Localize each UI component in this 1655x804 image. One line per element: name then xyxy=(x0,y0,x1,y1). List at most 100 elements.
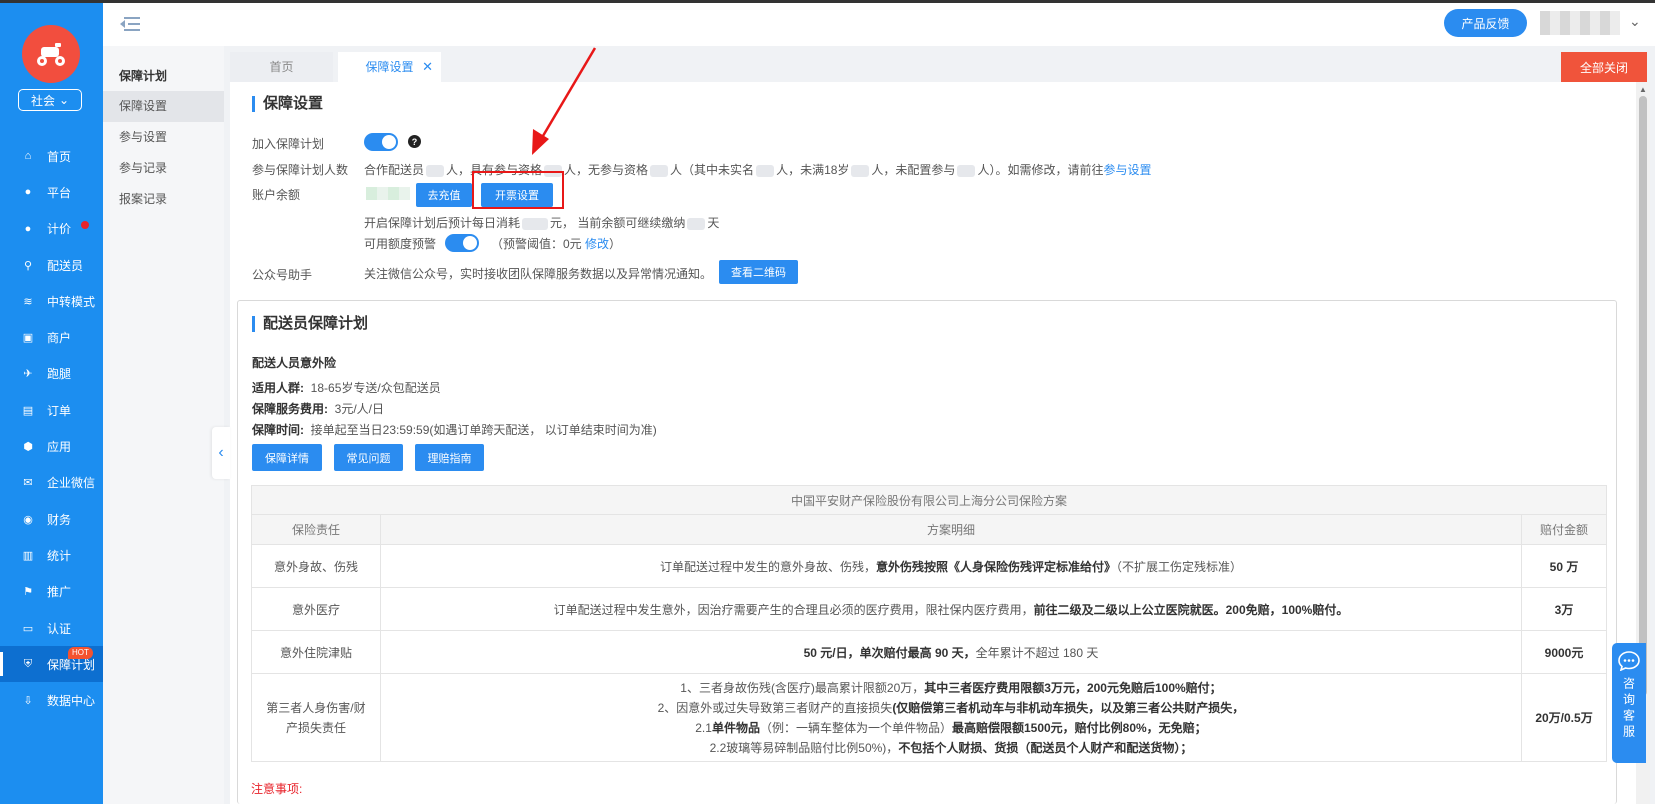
collapse-submenu-icon[interactable]: ‹ xyxy=(212,427,230,479)
table-row: 第三者人身伤害/财产损失责任 1、三者身故伤残(含医疗)最高累计限额20万，其中… xyxy=(251,673,1607,762)
highlight-box xyxy=(472,171,564,209)
order-icon: ▤ xyxy=(22,404,34,417)
column-header: 方案明细 xyxy=(379,514,1523,545)
duty-cell: 意外医疗 xyxy=(251,587,381,631)
faq-button[interactable]: 常见问题 xyxy=(334,444,403,471)
customer-service-label: 咨询客服 xyxy=(1621,677,1636,741)
sidebar-item[interactable]: ● 计价 xyxy=(0,211,103,247)
sidebar-nav: ⌂ 首页 ● 平台 ● 计价 ⚲ 配送员 ≋ 中转模式 ▣ 商户 ✈ 跑腿 ▤ 订单 ⬢ 应用 ✉ 企业微信 ◉ 财务 ▥ 统… xyxy=(0,138,103,719)
view-qr-button[interactable]: 查看二维码 xyxy=(719,260,798,284)
time-row: 保障时间: 接单起至当日23:59:59(如遇订单跨天配送， 以订单结束时间为准… xyxy=(252,421,657,438)
sidebar-item-label: 计价 xyxy=(47,222,72,237)
menu-collapse-icon[interactable] xyxy=(120,16,140,32)
sidebar-item[interactable]: ⇩ 数据中心 xyxy=(0,682,103,718)
feedback-button[interactable]: 产品反馈 xyxy=(1444,9,1527,37)
top-header: 产品反馈 ⌄ xyxy=(103,3,1655,46)
participation-settings-link[interactable]: 参与设置 xyxy=(1103,163,1151,177)
sidebar-item[interactable]: ◉ 财务 xyxy=(0,501,103,537)
sidebar-item[interactable]: ⬢ 应用 xyxy=(0,428,103,464)
sidebar-item[interactable]: ⚲ 配送员 xyxy=(0,247,103,283)
app-logo xyxy=(22,25,80,83)
main-sidebar: 社会 ⌄ ⌂ 首页 ● 平台 ● 计价 ⚲ 配送员 ≋ 中转模式 ▣ 商户 ✈ 跑腿 ▤ 订单 ⬢ 应用 ✉ 企业微信… xyxy=(0,3,103,804)
sidebar-item-label: 跑腿 xyxy=(47,367,72,382)
submenu-item-participation-settings[interactable]: 参与设置 xyxy=(103,122,224,153)
notice-heading: 注意事项: xyxy=(251,782,303,796)
detail-cell: 订单配送过程中发生意外，因治疗需要产生的合理且必须的医疗费用，限社保内医疗费用，… xyxy=(379,587,1523,631)
chart-icon: ▥ xyxy=(22,549,34,562)
masked-value xyxy=(426,164,445,177)
sidebar-item[interactable]: ▥ 统计 xyxy=(0,537,103,573)
sidebar-item[interactable]: ✉ 企业微信 xyxy=(0,465,103,501)
join-plan-toggle[interactable] xyxy=(364,133,398,151)
user-name-masked[interactable] xyxy=(1540,11,1620,35)
plan-subtitle: 配送人员意外险 xyxy=(252,356,337,370)
layers-icon: ≋ xyxy=(23,295,33,308)
org-select[interactable]: 社会 ⌄ xyxy=(18,89,82,111)
submenu-item-claim-records[interactable]: 报案记录 xyxy=(103,184,224,215)
detail-line: 2、因意外或过失导致第三者财产的直接损失(仅赔偿第三者机动车与非机动车损失，以及… xyxy=(381,698,1521,718)
insurance-plan-table: 中国平安财产保险股份有限公司上海分公司保险方案 保险责任 方案明细 赔付金额 意… xyxy=(251,485,1607,762)
chevron-down-icon[interactable]: ⌄ xyxy=(1629,13,1643,29)
sidebar-item[interactable]: ▤ 订单 xyxy=(0,392,103,428)
daily-consumption-text: 开启保障计划后预计每日消耗 元， 当前余额可继续缴纳 天 xyxy=(364,214,719,231)
participant-count-label: 参与保障计划人数 xyxy=(252,163,349,177)
sidebar-item-label: 财务 xyxy=(47,512,72,527)
threshold-label: （预警阈值：0元 xyxy=(491,237,582,251)
sidebar-item[interactable]: ▣ 商户 xyxy=(0,319,103,355)
amount-cell: 3万 xyxy=(1521,587,1607,631)
sidebar-item[interactable]: ✈ 跑腿 xyxy=(0,356,103,392)
scroll-up-icon[interactable]: ▲ xyxy=(1639,85,1647,94)
sidebar-item[interactable]: ⛨ 保障计划 HOT xyxy=(0,646,103,683)
detail-bold: 前往二级及二级以上公立医院就医。200免赔，100%赔付。 xyxy=(1033,602,1349,617)
chat-icon: ✉ xyxy=(23,477,33,490)
audience-value: 18-65岁专送/众包配送员 xyxy=(310,381,441,395)
sidebar-item[interactable]: ⌂ 首页 xyxy=(0,138,103,174)
count-text: 合作配送员 xyxy=(364,163,425,177)
daily-text: 天 xyxy=(707,216,720,230)
recharge-button[interactable]: 去充值 xyxy=(416,183,472,207)
hot-badge: HOT xyxy=(68,647,93,660)
time-label: 保障时间: xyxy=(252,423,304,437)
balance-alert-toggle[interactable] xyxy=(445,234,479,252)
edit-threshold-link[interactable]: 修改 xyxy=(585,237,609,251)
daily-text: 开启保障计划后预计每日消耗 xyxy=(364,216,521,230)
sidebar-item-label: 中转模式 xyxy=(47,294,96,309)
tab-protection-settings[interactable]: 保障设置 ✕ xyxy=(338,52,441,82)
help-icon[interactable]: ? xyxy=(408,135,421,148)
amount-cell: 20万/0.5万 xyxy=(1521,673,1607,762)
sidebar-item[interactable]: ▭ 认证 xyxy=(0,610,103,646)
sidebar-item-label: 商户 xyxy=(47,331,72,346)
detail-cell: 50 元/日，单次赔付最高 90 天，全年累计不超过 180 天 xyxy=(379,630,1523,674)
user-icon: ● xyxy=(24,186,32,199)
count-text: 人，未配置参与 xyxy=(871,163,956,177)
sidebar-item-label: 企业微信 xyxy=(47,476,96,491)
notification-dot xyxy=(81,220,89,229)
claim-guide-button[interactable]: 理赔指南 xyxy=(415,444,484,471)
column-header: 保险责任 xyxy=(251,514,381,545)
masked-value xyxy=(957,164,976,177)
detail-line: 2.1单件物品（例：一辆车整体为一个单件物品）最高赔偿限额1500元，赔付比例8… xyxy=(381,718,1521,738)
customer-service-button[interactable]: 咨询客服 xyxy=(1612,643,1646,763)
rider-icon: ⚲ xyxy=(23,259,33,272)
scrollbar-thumb[interactable] xyxy=(1639,96,1647,696)
sidebar-item[interactable]: ≋ 中转模式 xyxy=(0,283,103,319)
submenu-item-protection-settings[interactable]: 保障设置 xyxy=(103,91,224,122)
detail-bold: 不包括个人财损、货损（配送员个人财产和配送货物）； xyxy=(898,740,1193,755)
page-title: 保障设置 xyxy=(252,96,323,112)
tab-home[interactable]: 首页 xyxy=(230,52,333,82)
amount-cell: 9000元 xyxy=(1521,630,1607,674)
detail-cell: 1、三者身故伤残(含医疗)最高累计限额20万，其中三者医疗费用限额3万元，200… xyxy=(379,673,1523,762)
masked-value xyxy=(687,217,706,230)
sidebar-item[interactable]: ⚑ 推广 xyxy=(0,574,103,610)
submenu-item-participation-records[interactable]: 参与记录 xyxy=(103,153,224,184)
sidebar-item[interactable]: ● 平台 xyxy=(0,174,103,210)
audience-row: 适用人群: 18-65岁专送/众包配送员 xyxy=(252,379,441,396)
sidebar-item-label: 数据中心 xyxy=(47,694,96,709)
close-icon[interactable]: ✕ xyxy=(422,52,433,82)
balance-value-masked xyxy=(366,187,410,200)
close-all-tabs-button[interactable]: 全部关闭 xyxy=(1561,52,1647,82)
detail-text: 2.1 xyxy=(695,720,712,735)
shop-icon: ▣ xyxy=(22,332,34,345)
plan-details-button[interactable]: 保障详情 xyxy=(252,444,322,471)
table-caption: 中国平安财产保险股份有限公司上海分公司保险方案 xyxy=(251,485,1607,515)
